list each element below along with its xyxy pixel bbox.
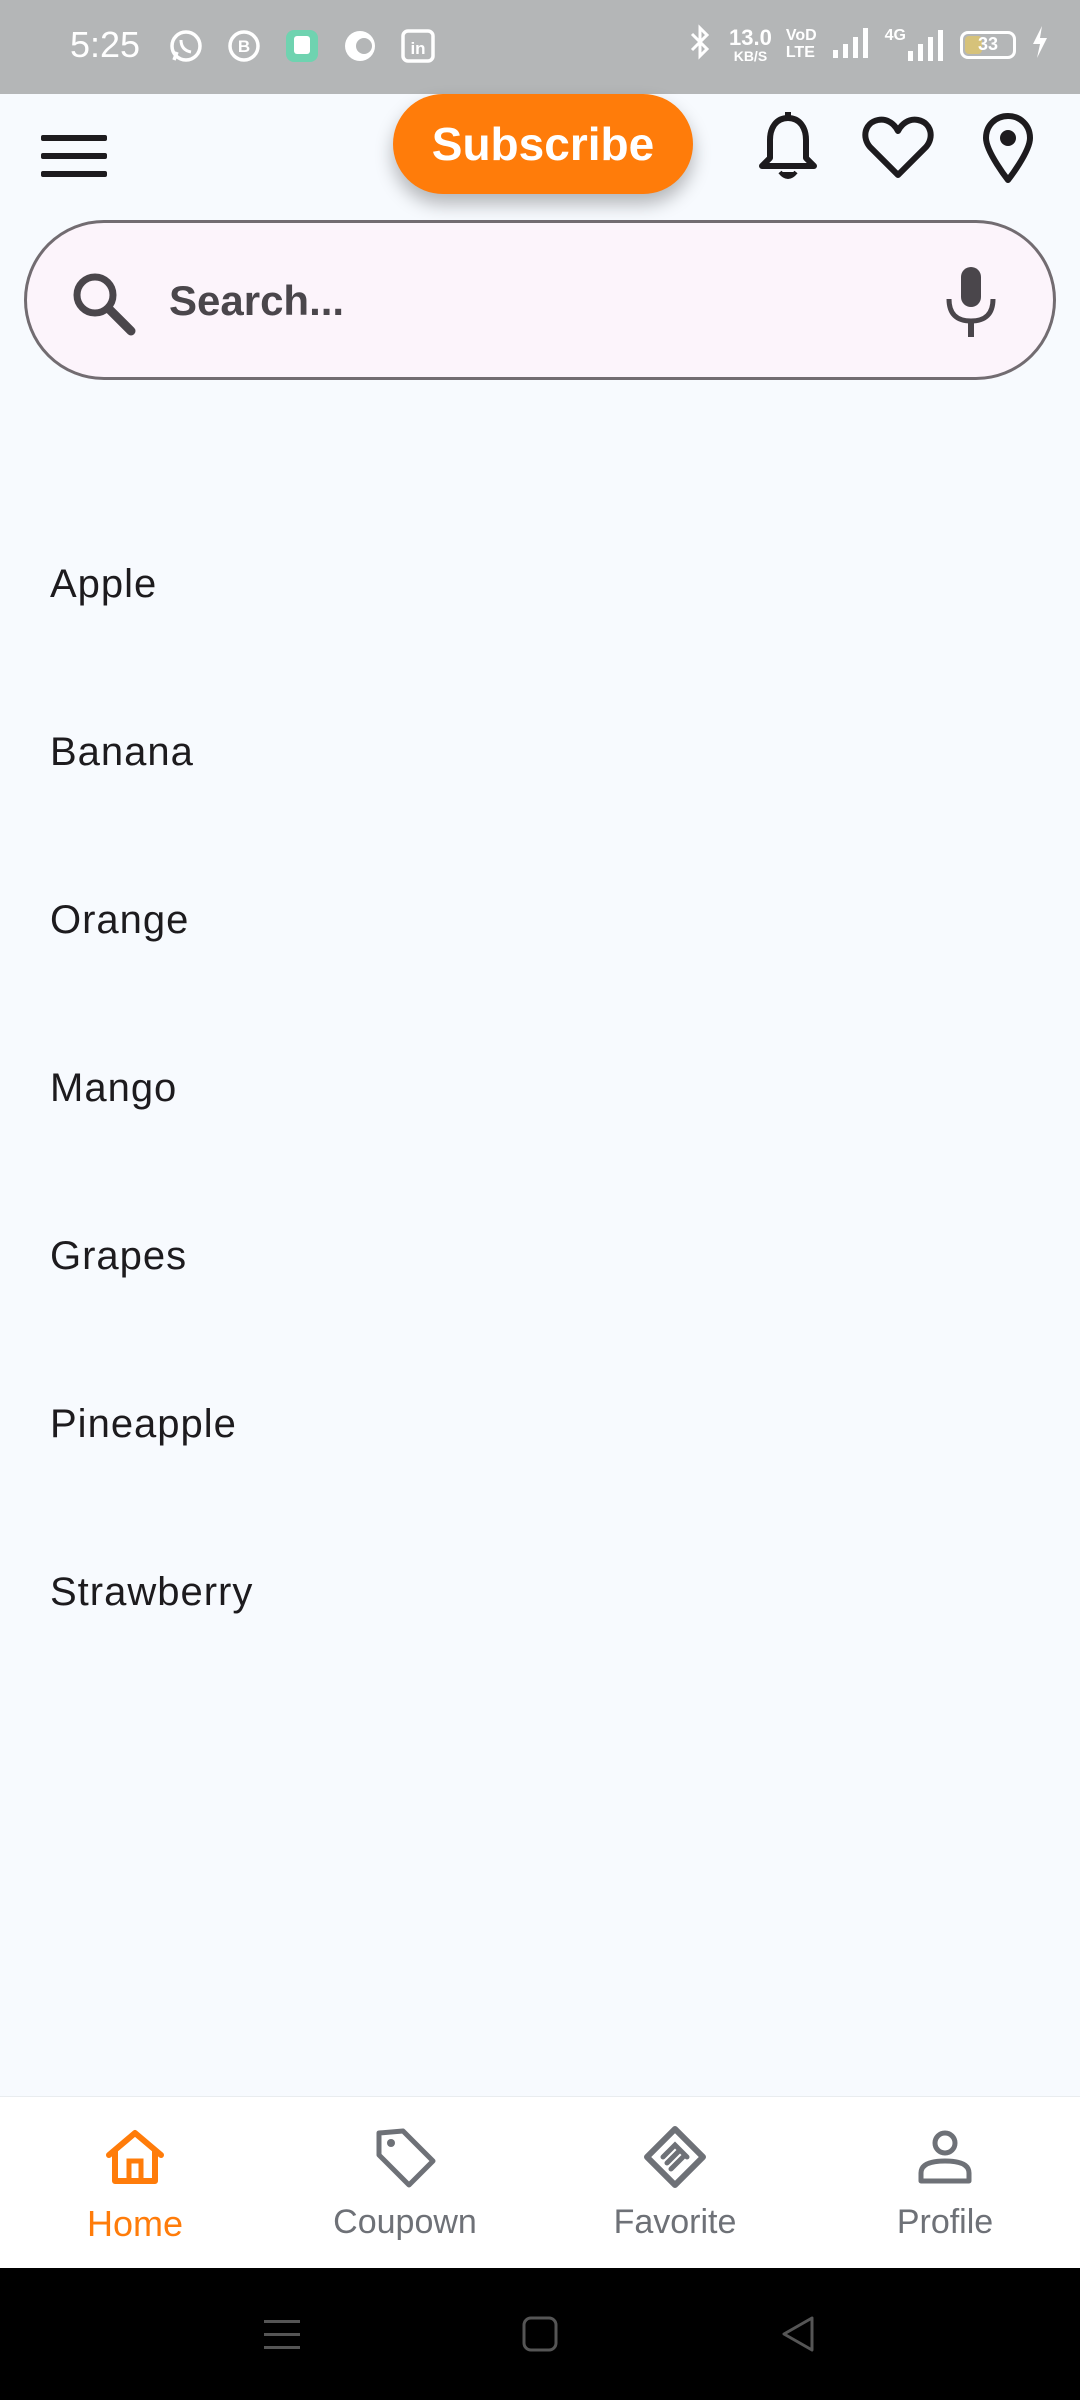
bottom-navigation: Home Coupown Favorite Profile [0, 2096, 1080, 2268]
search-bar[interactable] [24, 220, 1056, 380]
bell-icon [759, 112, 817, 179]
nav-label-favorite: Favorite [613, 2203, 737, 2241]
bluetooth-icon [685, 22, 715, 67]
signal-icon [831, 24, 871, 65]
battery-percent: 33 [977, 34, 999, 54]
favorites-button[interactable] [858, 108, 938, 188]
nav-item-favorite[interactable]: Favorite [540, 2097, 810, 2269]
menu-icon [41, 135, 107, 177]
list-item[interactable]: Grapes [0, 1172, 1080, 1340]
home-icon [106, 2130, 164, 2184]
location-pin-icon [983, 113, 1033, 183]
net-speed-unit: KB/S [733, 47, 768, 64]
heart-icon [862, 116, 934, 178]
recents-icon [264, 2320, 300, 2349]
app-icon [282, 26, 322, 66]
nav-item-coupown[interactable]: Coupown [270, 2097, 540, 2269]
list-item[interactable]: Banana [0, 668, 1080, 836]
volte-indicator: VoD LTE [785, 26, 817, 62]
svg-text:B: B [238, 37, 250, 56]
nav-item-home[interactable]: Home [0, 2097, 270, 2269]
back-button[interactable] [768, 2304, 828, 2364]
subscribe-button[interactable]: Subscribe [393, 94, 693, 194]
list-item[interactable]: Strawberry [0, 1508, 1080, 1676]
nav-label-home: Home [86, 2203, 184, 2244]
whatsapp-business-icon: B [224, 26, 264, 66]
search-icon[interactable] [67, 267, 139, 339]
signal-4g-icon: 4G [885, 27, 946, 63]
net-speed: 13.0 KB/S [729, 24, 772, 64]
list-item[interactable]: Pineapple [0, 1340, 1080, 1508]
list-item-label: Pineapple [50, 1401, 237, 1446]
recents-button[interactable] [252, 2304, 312, 2364]
search-input[interactable] [169, 259, 949, 343]
nav-item-profile[interactable]: Profile [810, 2097, 1080, 2269]
svg-text:in: in [410, 39, 425, 58]
menu-button[interactable] [38, 120, 110, 192]
location-button[interactable] [968, 108, 1048, 188]
linkedin-icon: in [398, 26, 438, 66]
status-time: 5:25 [70, 24, 141, 65]
home-square-icon [522, 2316, 558, 2352]
list-item[interactable]: Orange [0, 836, 1080, 1004]
list-item-label: Apple [50, 561, 158, 606]
notifications-button[interactable] [748, 108, 828, 188]
home-button[interactable] [510, 2304, 570, 2364]
status-indicators: 13.0 KB/S VoD LTE 4G 33 [685, 22, 1050, 67]
list-item[interactable]: Apple [0, 500, 1080, 668]
charging-icon [1030, 24, 1050, 65]
nav-label-coupown: Coupown [333, 2203, 477, 2241]
notification-icons: B in [166, 26, 438, 66]
volte-line1: VoD [785, 26, 817, 44]
tag-icon [376, 2128, 436, 2188]
handshake-icon [644, 2126, 706, 2188]
messenger-icon [340, 26, 380, 66]
system-navigation-bar [0, 2268, 1080, 2400]
list-item-label: Banana [50, 729, 194, 774]
back-icon [782, 2316, 814, 2352]
list-item-label: Orange [50, 897, 190, 942]
app-bar: Subscribe [0, 94, 1080, 216]
battery-icon: 33 [960, 30, 1016, 59]
status-bar: 5:25 B in 13.0 KB/S VoD LTE 4G 33 [0, 0, 1080, 94]
list-item[interactable]: Mango [0, 1004, 1080, 1172]
whatsapp-icon [166, 26, 206, 66]
net-speed-value: 13.0 [729, 24, 772, 50]
list-item-label: Strawberry [50, 1569, 254, 1614]
mic-icon[interactable] [935, 263, 1007, 343]
list-item-label: Mango [50, 1065, 178, 1110]
network-type: 4G [884, 26, 906, 44]
nav-label-profile: Profile [896, 2203, 994, 2241]
volte-line2: LTE [785, 43, 815, 61]
list-item-label: Grapes [50, 1233, 188, 1278]
person-icon [918, 2130, 972, 2184]
